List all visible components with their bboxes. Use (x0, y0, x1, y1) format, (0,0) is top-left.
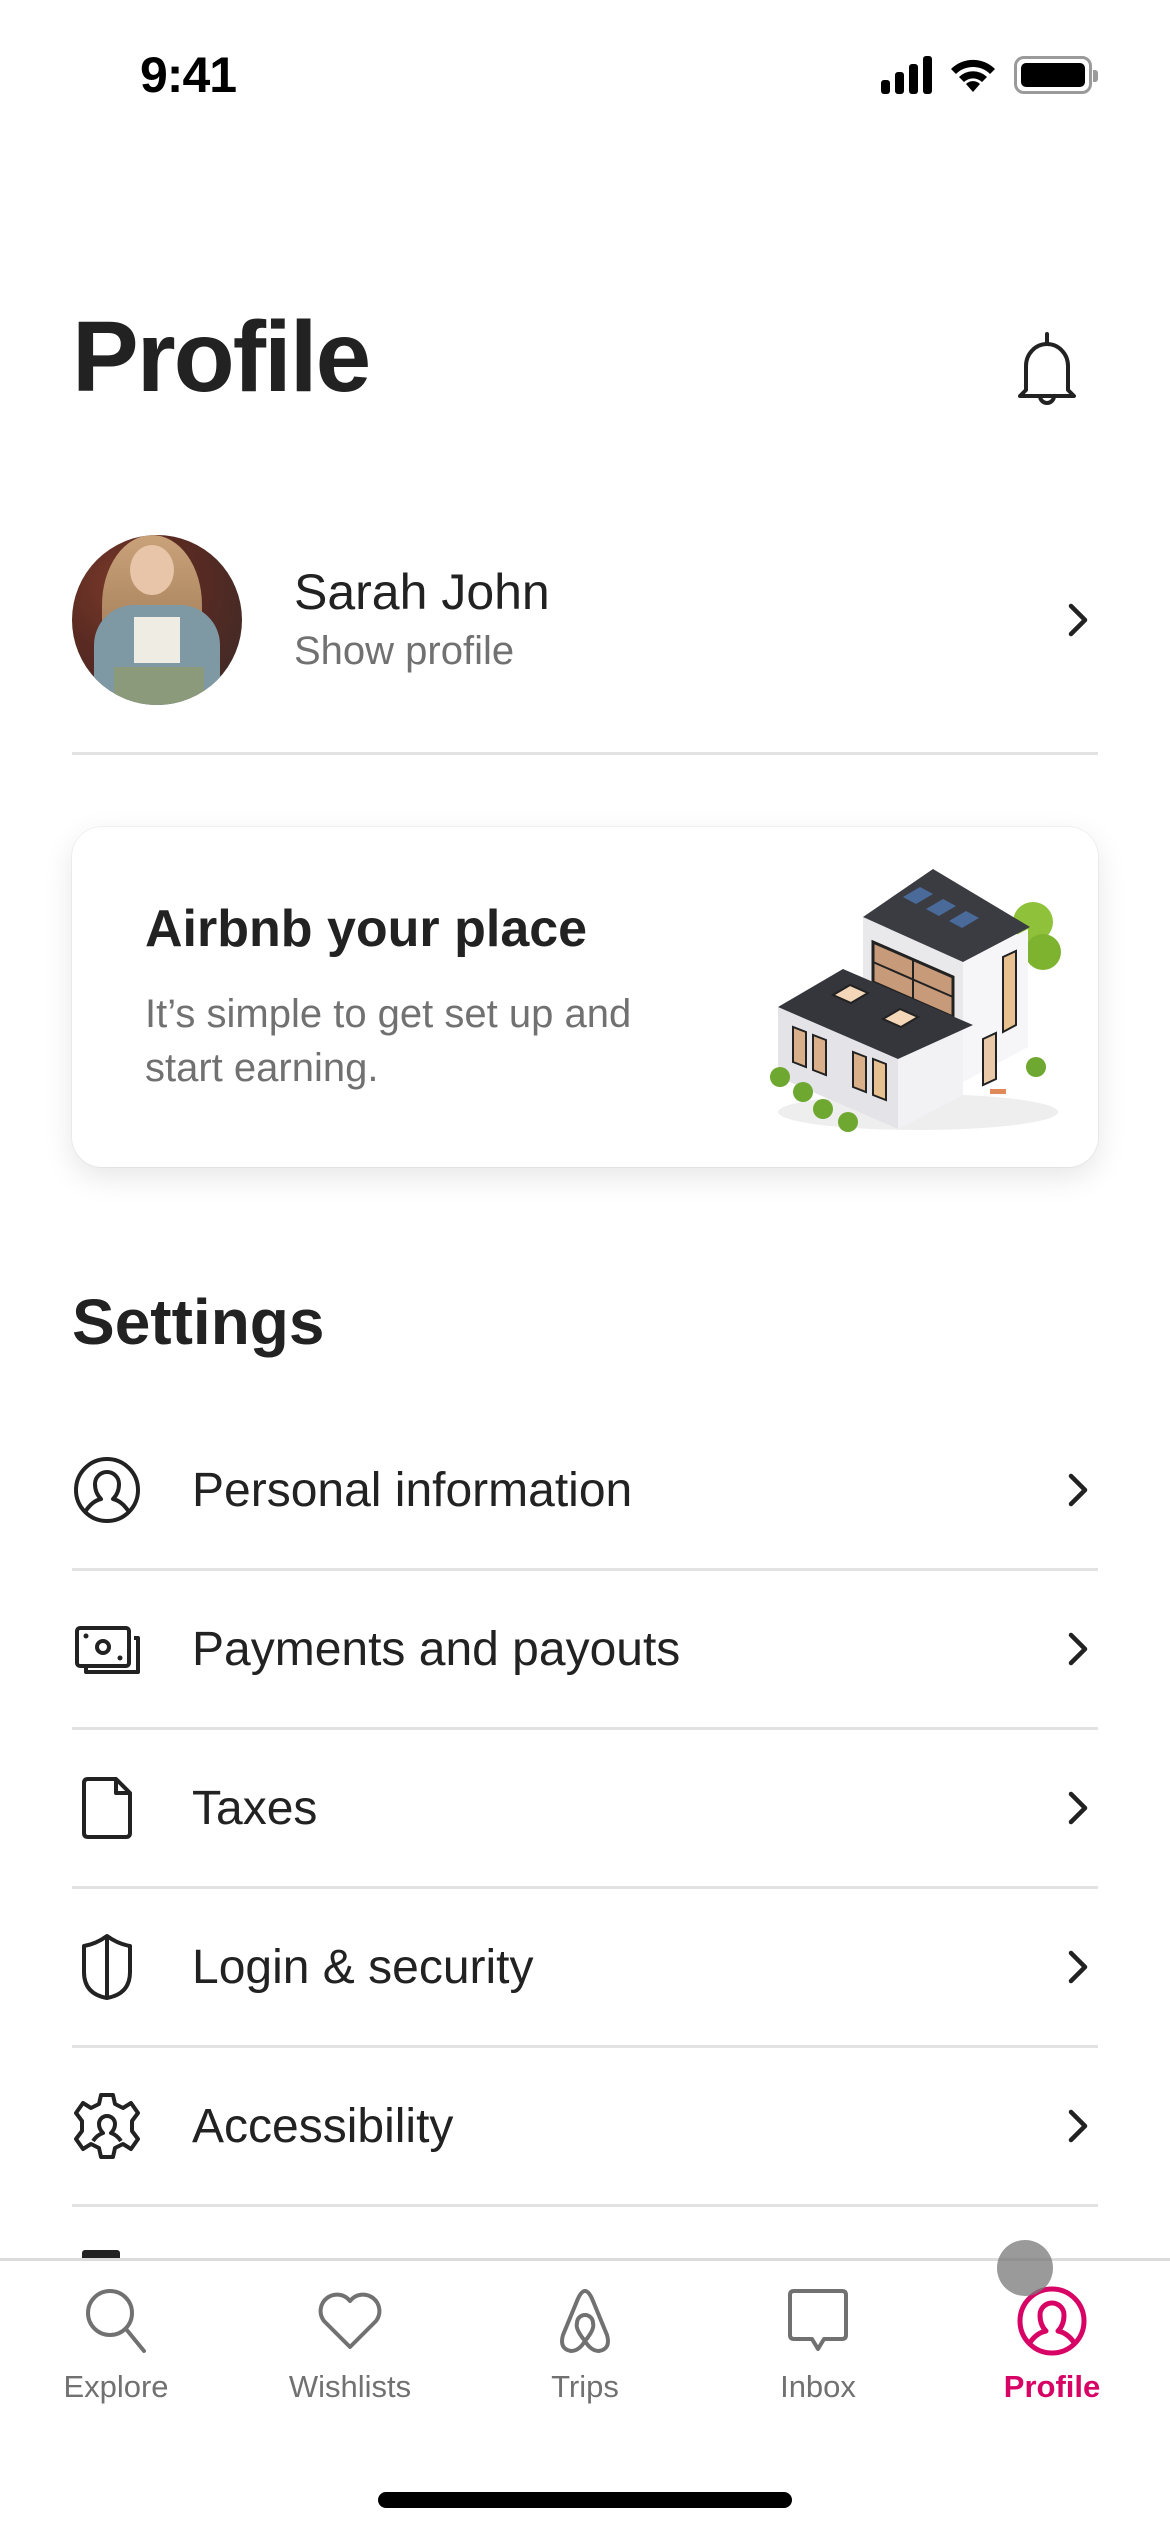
settings-item-personal-information[interactable]: Personal information (72, 1412, 1098, 1571)
home-indicator[interactable] (378, 2492, 792, 2508)
payments-icon (75, 1626, 140, 1674)
tab-label: Wishlists (288, 2369, 412, 2404)
settings-list: Personal information Payments and payout… (72, 1412, 1098, 2207)
tab-label: Profile (1003, 2369, 1101, 2404)
touch-indicator (997, 2240, 1053, 2296)
chevron-right-icon (1068, 603, 1088, 637)
house-illustration (770, 869, 1061, 1132)
message-icon (788, 2289, 848, 2351)
settings-item-label: Payments and payouts (192, 1622, 681, 1676)
next-item-icon-partial (82, 2250, 120, 2258)
host-card-description: It’s simple to get set up and start earn… (145, 992, 632, 1090)
settings-item-accessibility[interactable]: Accessibility (72, 2048, 1098, 2207)
document-icon (82, 1777, 132, 1839)
chevron-right-icon (1068, 1950, 1088, 1984)
show-profile-row[interactable]: Sarah John Show profile (72, 535, 1098, 705)
search-icon (86, 2289, 146, 2353)
settings-item-login-security[interactable]: Login & security (72, 1889, 1098, 2048)
tab-label: Explore (63, 2369, 169, 2404)
host-card-title: Airbnb your place (145, 900, 588, 958)
settings-item-taxes[interactable]: Taxes (72, 1730, 1098, 1889)
cellular-signal-icon (881, 56, 932, 94)
settings-item-payments-and-payouts[interactable]: Payments and payouts (72, 1571, 1098, 1730)
profile-text: Sarah John Show profile (294, 561, 1058, 679)
tab-label: Trips (551, 2369, 619, 2404)
settings-item-label: Login & security (192, 1940, 534, 1994)
tab-inbox[interactable]: Inbox (728, 2285, 908, 2405)
page-title: Profile (72, 301, 371, 413)
tab-profile[interactable]: Profile (962, 2285, 1142, 2405)
bell-icon[interactable] (1012, 330, 1082, 406)
airbnb-your-place-card[interactable]: Airbnb your place It’s simple to get set… (72, 827, 1098, 1167)
person-circle-icon (74, 1457, 140, 1523)
status-time: 9:41 (140, 47, 237, 103)
chevron-right-icon (1068, 1632, 1088, 1666)
accessibility-gear-icon (74, 2093, 140, 2159)
tab-bar: Explore Wishlists Trips Inbox Profile (0, 2258, 1170, 2532)
airbnb-logo-icon (560, 2289, 610, 2353)
status-icons (881, 56, 1098, 94)
status-bar: 9:41 (0, 0, 1170, 150)
chevron-right-icon (1068, 1473, 1088, 1507)
chevron-right-icon (1068, 1791, 1088, 1825)
chevron-right-icon (1068, 2109, 1088, 2143)
settings-item-label: Accessibility (192, 2099, 454, 2153)
battery-icon (1014, 56, 1098, 94)
avatar[interactable] (72, 535, 242, 705)
tab-explore[interactable]: Explore (26, 2285, 206, 2405)
shield-icon (82, 1934, 132, 2000)
divider (72, 752, 1098, 755)
settings-item-label: Personal information (192, 1463, 633, 1517)
heart-icon (318, 2292, 382, 2349)
wifi-icon (951, 59, 995, 92)
tab-label: Inbox (780, 2369, 856, 2404)
profile-name: Sarah John (294, 564, 550, 620)
tab-wishlists[interactable]: Wishlists (260, 2285, 440, 2405)
tab-trips[interactable]: Trips (495, 2285, 675, 2405)
settings-section-title: Settings (72, 1286, 325, 1358)
show-profile-link[interactable]: Show profile (294, 623, 1058, 679)
settings-item-label: Taxes (192, 1781, 318, 1835)
